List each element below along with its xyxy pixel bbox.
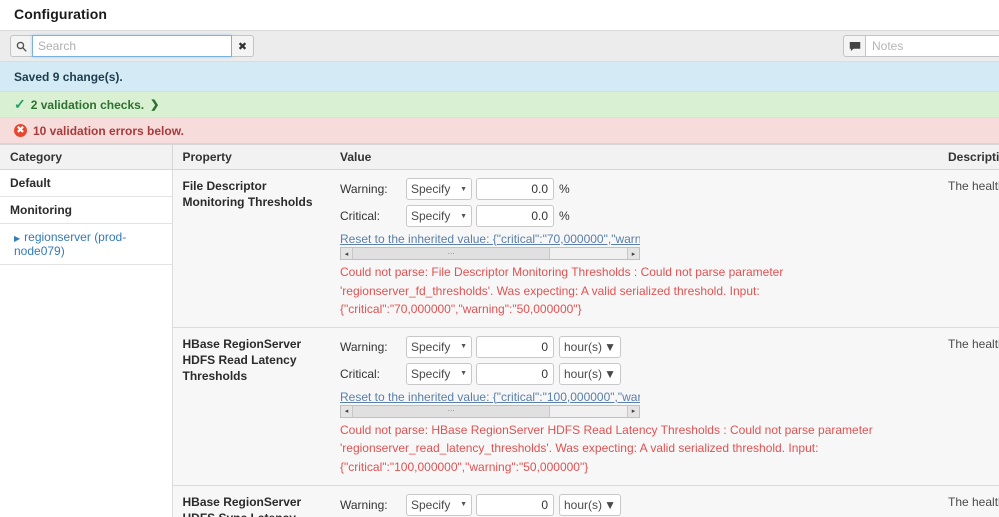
warning-value-input[interactable]: 0: [476, 336, 554, 358]
value-cell: Warning:Specify▼0hour(s)▼Critical:Specif…: [330, 485, 938, 517]
notes-group: [843, 35, 999, 57]
chevron-down-icon: ▼: [460, 343, 467, 350]
value-cell: Warning:Specify▼0hour(s)▼Critical:Specif…: [330, 327, 938, 485]
warning-label: Warning:: [340, 340, 406, 354]
chevron-down-icon: ▼: [460, 501, 467, 508]
property-name-cell: HBase RegionServer HDFS Read Latency Thr…: [172, 327, 330, 485]
critical-threshold-row: Critical: Specify ▼ 0.0%: [340, 205, 930, 227]
error-circle-icon: ✖: [14, 124, 27, 137]
notes-input[interactable]: [865, 35, 999, 57]
chevron-down-icon: ▼: [604, 367, 616, 381]
scroll-right-arrow-icon[interactable]: ▸: [627, 406, 639, 417]
chevron-right-icon[interactable]: ❯: [150, 98, 159, 111]
chevron-down-icon: ▼: [460, 213, 467, 220]
category-item-2[interactable]: ▶regionserver (prod-node079): [0, 224, 172, 265]
property-name-cell: File Descriptor Monitoring Thresholds: [172, 170, 330, 328]
validation-checks-text: 2 validation checks.: [31, 98, 144, 112]
chevron-down-icon: ▼: [460, 370, 467, 377]
critical-threshold-row: Critical:Specify▼0hour(s)▼: [340, 363, 930, 385]
search-icon: [10, 35, 32, 57]
clear-search-button[interactable]: ✖: [232, 35, 254, 57]
warning-mode-value: Specify: [411, 498, 450, 512]
toolbar: ✖: [0, 30, 999, 62]
critical-mode-select[interactable]: Specify ▼: [406, 363, 472, 385]
header-value: Value: [330, 145, 938, 170]
scrollbar-thumb[interactable]: ⋯: [353, 248, 550, 259]
description-cell: The health latency of H that the Reg: [938, 485, 999, 517]
scroll-right-arrow-icon[interactable]: ▸: [627, 248, 639, 259]
chevron-down-icon: ▼: [604, 498, 616, 512]
header-category: Category: [0, 145, 172, 170]
critical-unit-select[interactable]: hour(s)▼: [559, 363, 621, 385]
warning-unit-select[interactable]: hour(s)▼: [559, 494, 621, 516]
warning-label: Warning:: [340, 498, 406, 512]
warning-unit-value: hour(s): [564, 340, 602, 354]
critical-value-input[interactable]: 0: [476, 363, 554, 385]
warning-threshold-row: Warning:Specify▼0hour(s)▼: [340, 336, 930, 358]
category-item-0: Default: [0, 170, 172, 197]
warning-unit-select[interactable]: hour(s)▼: [559, 336, 621, 358]
warning-unit-value: hour(s): [564, 498, 602, 512]
value-cell: Warning: Specify ▼ 0.0% Critical: Specify ▼ 0.0…: [330, 170, 938, 328]
critical-unit-value: hour(s): [564, 367, 602, 381]
warning-threshold-row: Warning: Specify ▼ 0.0%: [340, 178, 930, 200]
reset-inherited-link[interactable]: Reset to the inherited value: {"critical…: [340, 390, 640, 404]
validation-error-message: Could not parse: File Descriptor Monitor…: [340, 263, 930, 319]
scroll-left-arrow-icon[interactable]: ◂: [341, 406, 353, 417]
category-item-label: Monitoring: [10, 203, 72, 217]
header-property: Property: [172, 145, 330, 170]
category-sidebar: Default Monitoring ▶regionserver (prod-nod…: [0, 170, 172, 517]
reset-inherited-link[interactable]: Reset to the inherited value: {"critical…: [340, 232, 640, 246]
critical-value-input[interactable]: 0.0: [476, 205, 554, 227]
category-item-label: Default: [10, 176, 51, 190]
saved-changes-text: Saved 9 change(s).: [14, 70, 123, 84]
critical-unit-label: %: [559, 209, 570, 223]
search-group: ✖: [10, 35, 254, 57]
warning-mode-select[interactable]: Specify ▼: [406, 494, 472, 516]
validation-errors-text: 10 validation errors below.: [33, 124, 184, 138]
category-item-label: regionserver (prod-node079): [14, 230, 126, 258]
page-title: Configuration: [0, 0, 999, 30]
warning-threshold-row: Warning:Specify▼0hour(s)▼: [340, 494, 930, 516]
warning-value-input[interactable]: 0: [476, 494, 554, 516]
comment-icon: [843, 35, 865, 57]
warning-value-input[interactable]: 0.0: [476, 178, 554, 200]
critical-label: Critical:: [340, 209, 406, 223]
warning-mode-select[interactable]: Specify ▼: [406, 178, 472, 200]
horizontal-scrollbar[interactable]: ◂⋯ ▸: [340, 247, 640, 260]
table-row: Default Monitoring ▶regionserver (prod-nod…: [0, 170, 999, 328]
configuration-table: Category Property Value Description Defa…: [0, 144, 999, 517]
scrollbar-thumb[interactable]: ⋯: [353, 406, 550, 417]
critical-label: Critical:: [340, 367, 406, 381]
saved-changes-banner: Saved 9 change(s).: [0, 62, 999, 92]
table-header-row: Category Property Value Description: [0, 145, 999, 170]
validation-error-message: Could not parse: HBase RegionServer HDFS…: [340, 421, 930, 477]
critical-mode-value: Specify: [411, 367, 450, 381]
validation-errors-banner: ✖ 10 validation errors below.: [0, 118, 999, 144]
warning-mode-select[interactable]: Specify ▼: [406, 336, 472, 358]
expand-triangle-icon[interactable]: ▶: [14, 234, 20, 243]
warning-label: Warning:: [340, 182, 406, 196]
scrollbar-track[interactable]: ⋯: [353, 406, 627, 417]
check-icon: ✓: [14, 96, 26, 113]
property-name-cell: HBase RegionServer HDFS Sync Latency Thr…: [172, 485, 330, 517]
chevron-down-icon: ▼: [460, 186, 467, 193]
search-input[interactable]: [32, 35, 232, 57]
table-body: Default Monitoring ▶regionserver (prod-nod…: [0, 170, 999, 517]
warning-mode-value: Specify: [411, 340, 450, 354]
description-cell: The health latency that for HDFS re: [938, 327, 999, 485]
description-cell: The health number of f Specified as desc…: [938, 170, 999, 328]
header-description: Description: [938, 145, 999, 170]
warning-unit-label: %: [559, 182, 570, 196]
horizontal-scrollbar[interactable]: ◂⋯ ▸: [340, 405, 640, 418]
scroll-left-arrow-icon[interactable]: ◂: [341, 248, 353, 259]
validation-checks-banner[interactable]: ✓ 2 validation checks. ❯: [0, 92, 999, 118]
critical-mode-select[interactable]: Specify ▼: [406, 205, 472, 227]
scrollbar-track[interactable]: ⋯: [353, 248, 627, 259]
critical-mode-value: Specify: [411, 209, 450, 223]
category-item-1: Monitoring: [0, 197, 172, 224]
chevron-down-icon: ▼: [604, 340, 616, 354]
warning-mode-value: Specify: [411, 182, 450, 196]
